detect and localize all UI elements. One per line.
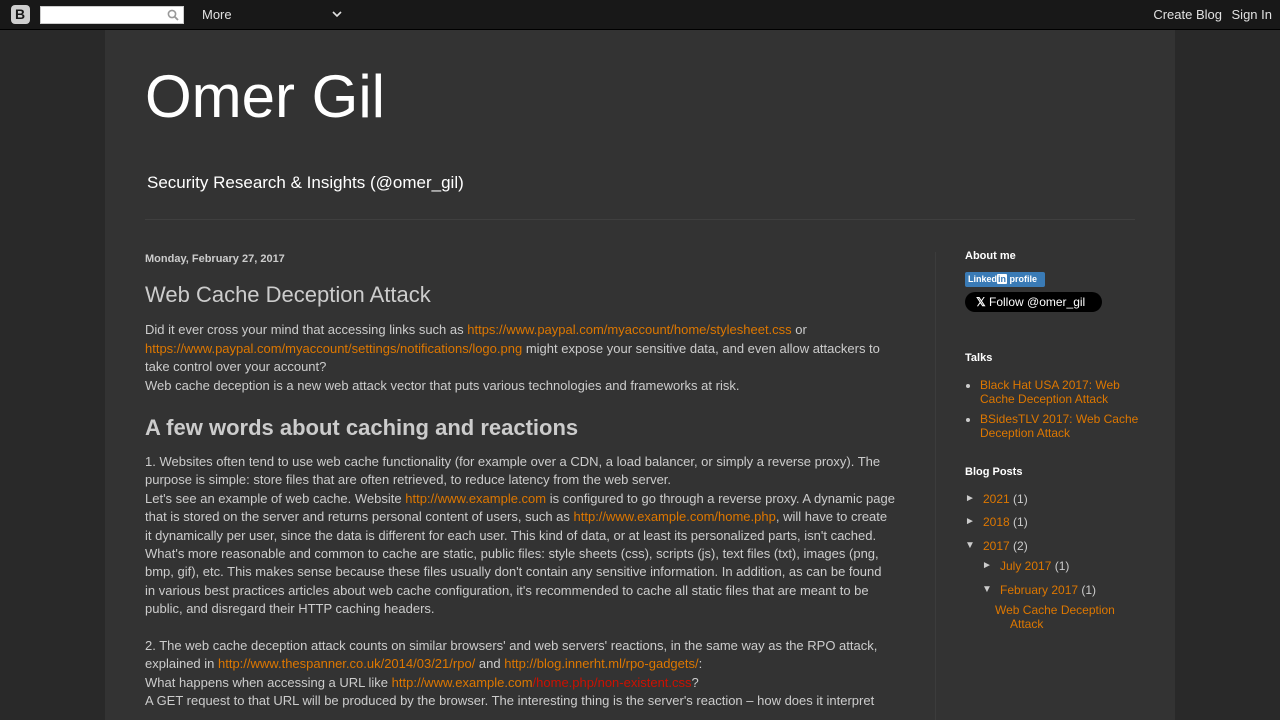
thespanner-link[interactable]: http://www.thespanner.co.uk/2014/03/21/r… (218, 656, 475, 671)
archive-link-july-2017[interactable]: July 2017 (1000, 559, 1051, 573)
archive-link-feb-2017[interactable]: February 2017 (1000, 583, 1078, 597)
post-title[interactable]: Web Cache Deception Attack (145, 282, 895, 308)
paragraph-text: Let's see an example of web cache. Websi… (145, 490, 406, 506)
linkedin-text: Linked (968, 274, 998, 284)
linkedin-profile-button[interactable]: Linkedin profile (965, 272, 1045, 287)
talks-heading: Talks (965, 352, 993, 364)
post-paragraph: 2. The web cache deception attack counts… (145, 637, 895, 711)
expand-triangle-icon[interactable]: ► (965, 515, 975, 529)
example-com-link[interactable]: http://www.example.com (405, 491, 546, 506)
talk-link-bsides[interactable]: BSidesTLV 2017: Web Cache Deception Atta… (980, 412, 1138, 440)
paragraph-text: and (475, 656, 505, 672)
paragraph-text: : (698, 656, 703, 672)
blog-description: Security Research & Insights (@omer_gil) (147, 173, 464, 192)
blog-title[interactable]: Omer Gil (145, 62, 385, 131)
archive-link-2017[interactable]: 2017 (983, 539, 1010, 553)
archive-post-link[interactable]: Web Cache Deception Attack (995, 603, 1115, 631)
archive-month-july-2017: ► July 2017 (1) (982, 559, 1145, 573)
archive-post-item: Web Cache Deception Attack (995, 603, 1125, 631)
sign-in-link[interactable]: Sign In (1232, 7, 1272, 22)
intro-text: Web cache deception is a new web attack … (145, 377, 740, 393)
archive-count: (1) (1013, 515, 1028, 529)
archive-count: (1) (1013, 492, 1028, 506)
more-label: More (202, 7, 232, 22)
section-heading: A few words about caching and reactions (145, 415, 579, 441)
talks-list: Black Hat USA 2017: Web Cache Deception … (965, 378, 1145, 440)
link-part: /home.php/non-existent.css (532, 674, 692, 690)
link-part: http://www.example.com (391, 674, 533, 690)
create-blog-link[interactable]: Create Blog (1153, 7, 1222, 22)
logo-letter: B (15, 6, 26, 22)
post-date: Monday, February 27, 2017 (145, 253, 285, 265)
post: Monday, February 27, 2017 Web Cache Dece… (145, 250, 895, 710)
example-nonexistent-link[interactable]: http://www.example.com/home.php/non-exis… (392, 675, 692, 690)
paragraph-text: A GET request to that URL will be produc… (145, 692, 875, 708)
search-input[interactable] (40, 6, 184, 24)
list-item: Black Hat USA 2017: Web Cache Deception … (980, 378, 1145, 406)
list-item: BSidesTLV 2017: Web Cache Deception Atta… (980, 412, 1145, 440)
paragraph-text: What happens when accessing a URL like (145, 674, 392, 690)
archive-count: (2) (1013, 539, 1028, 553)
archive-year-2018: ► 2018 (1) (965, 515, 1145, 529)
archive-count: (1) (1081, 583, 1097, 597)
archive-month-feb-2017: ▼ February 2017 (1) (982, 583, 1145, 597)
top-navbar: B More Create Blog Sign In (0, 0, 1280, 30)
archive-link-2018[interactable]: 2018 (983, 515, 1010, 529)
linkedin-text: profile (1007, 274, 1038, 284)
innerht-link[interactable]: http://blog.innerht.ml/rpo-gadgets/ (504, 656, 698, 671)
expand-triangle-icon[interactable]: ► (965, 492, 975, 506)
blog-posts-heading: Blog Posts (965, 466, 1023, 478)
twitter-follow-button[interactable]: 𝕏 Follow @omer_gil (965, 292, 1102, 312)
archive-link-2021[interactable]: 2021 (983, 492, 1010, 506)
intro-text: Did it ever cross your mind that accessi… (145, 322, 468, 338)
archive-year-2017: ▼ 2017 (2) (965, 539, 1145, 553)
linkedin-in-icon: in (997, 274, 1008, 284)
blogger-logo-icon[interactable]: B (11, 5, 30, 24)
content-panel: Omer Gil Security Research & Insights (@… (105, 30, 1175, 720)
header-divider (145, 219, 1135, 220)
chevron-down-icon (332, 11, 342, 18)
collapse-triangle-icon[interactable]: ▼ (982, 583, 992, 597)
post-paragraph: 1. Websites often tend to use web cache … (145, 453, 895, 619)
expand-triangle-icon[interactable]: ► (982, 559, 992, 573)
paragraph-text: What's more reasonable and common to cac… (145, 546, 882, 617)
column-divider (935, 252, 936, 720)
sidebar: About me Linkedin profile 𝕏 Follow @omer… (965, 250, 1145, 631)
post-intro: Did it ever cross your mind that accessi… (145, 321, 895, 395)
example-home-link[interactable]: http://www.example.com/home.php (574, 509, 776, 524)
paypal-logo-link[interactable]: https://www.paypal.com/myaccount/setting… (145, 341, 522, 356)
collapse-triangle-icon[interactable]: ▼ (965, 539, 975, 553)
intro-text: or (791, 322, 807, 338)
search-icon[interactable] (167, 9, 179, 21)
paragraph-text: 1. Websites often tend to use web cache … (145, 454, 881, 488)
paragraph-text: ? (691, 674, 699, 690)
twitter-follow-label: Follow @omer_gil (989, 295, 1086, 309)
paypal-stylesheet-link[interactable]: https://www.paypal.com/myaccount/home/st… (467, 322, 791, 337)
more-dropdown[interactable]: More (202, 7, 344, 23)
talk-link-blackhat[interactable]: Black Hat USA 2017: Web Cache Deception … (980, 378, 1120, 406)
about-heading: About me (965, 250, 1016, 262)
archive-count: (1) (1054, 559, 1070, 573)
x-logo-icon: 𝕏 (976, 295, 986, 309)
archive-year-2021: ► 2021 (1) (965, 492, 1145, 506)
